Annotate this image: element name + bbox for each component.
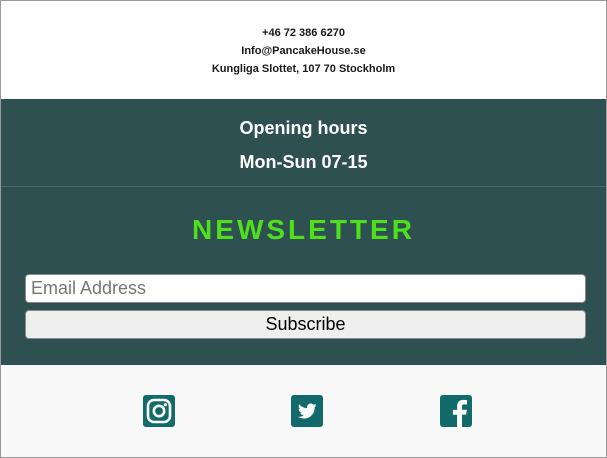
newsletter-title: NEWSLETTER xyxy=(192,214,415,245)
facebook-link[interactable] xyxy=(440,395,472,427)
subscribe-button[interactable]: Subscribe xyxy=(25,310,586,339)
facebook-icon xyxy=(440,395,472,427)
instagram-link[interactable] xyxy=(143,395,175,427)
social-links-section xyxy=(1,365,606,457)
page-frame: +46 72 386 6270 Info@PancakeHouse.se Kun… xyxy=(0,0,607,458)
contact-address: Kungliga Slottet, 107 70 Stockholm xyxy=(211,63,396,75)
contact-email: Info@PancakeHouse.se xyxy=(241,45,366,57)
instagram-icon xyxy=(143,395,175,427)
contact-section: +46 72 386 6270 Info@PancakeHouse.se Kun… xyxy=(1,1,606,99)
contact-phone: +46 72 386 6270 xyxy=(262,27,345,39)
email-address-input[interactable] xyxy=(25,274,586,303)
opening-hours-section: Opening hours Mon-Sun 07-15 xyxy=(1,99,606,187)
twitter-icon xyxy=(291,395,323,427)
opening-hours-title: Opening hours xyxy=(239,118,368,138)
twitter-link[interactable] xyxy=(291,395,323,427)
opening-hours-time: Mon-Sun 07-15 xyxy=(239,152,368,172)
newsletter-section: NEWSLETTER Subscribe xyxy=(1,187,606,365)
